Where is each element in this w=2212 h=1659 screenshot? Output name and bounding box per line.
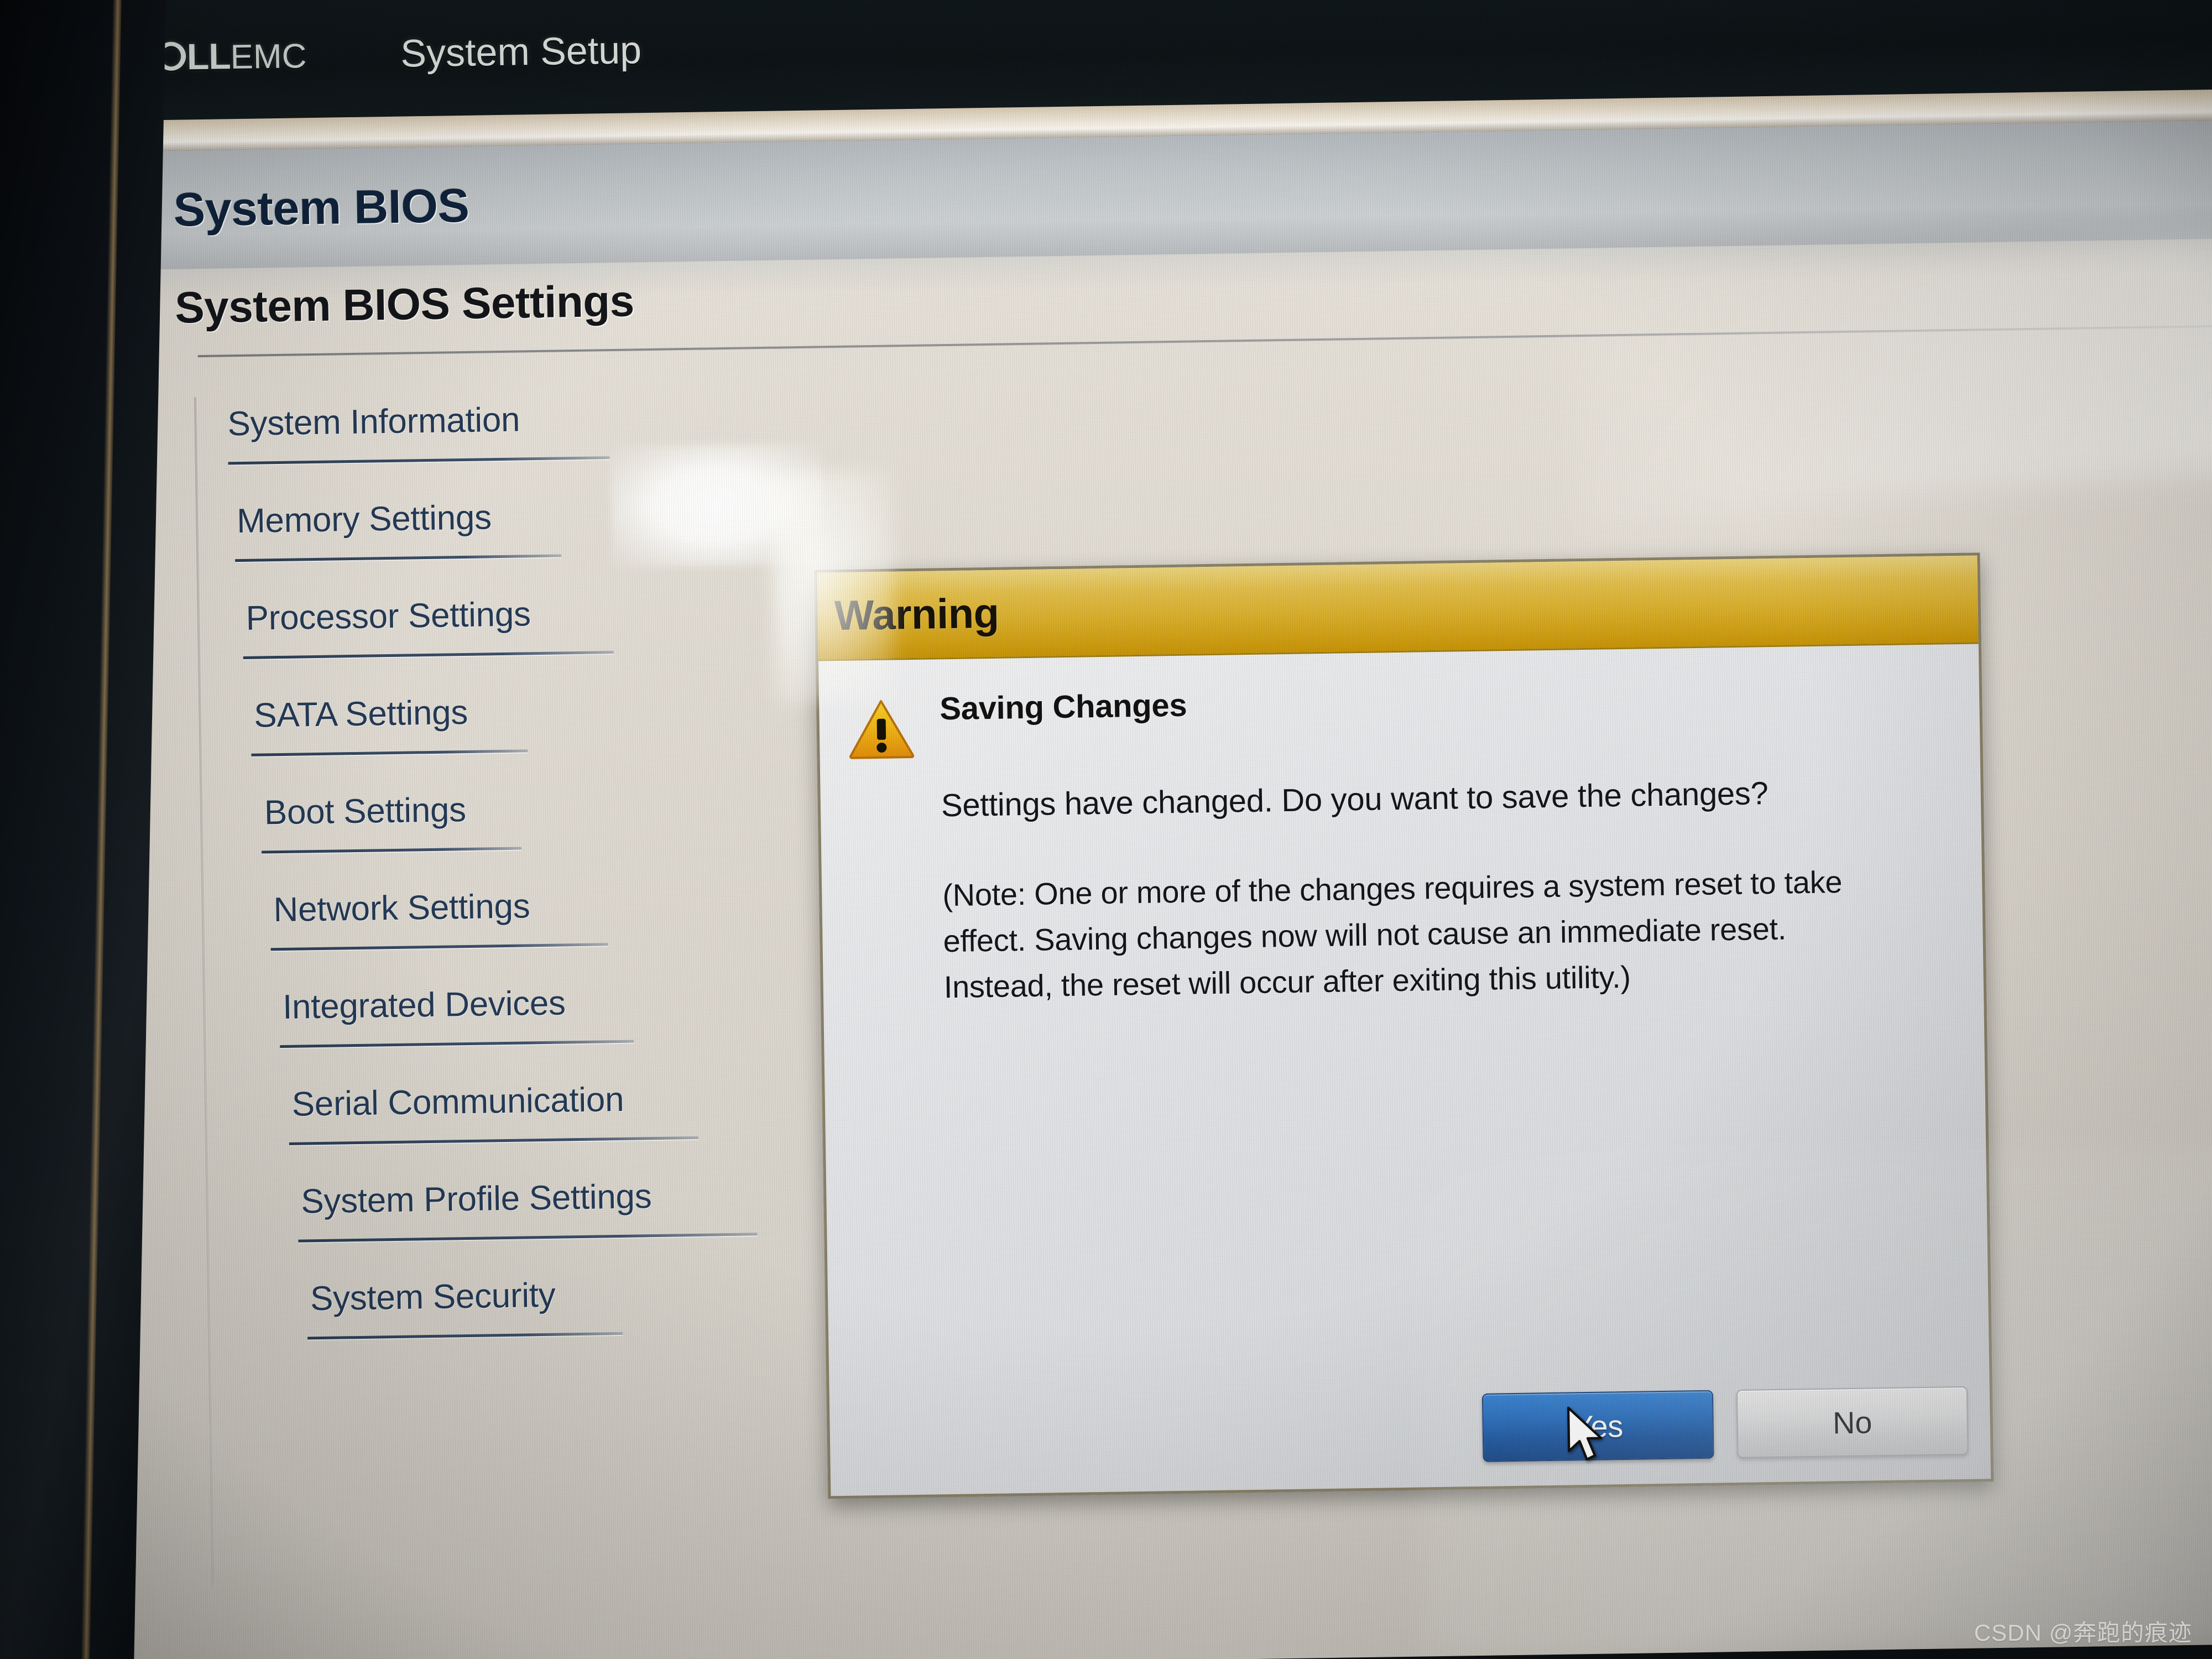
page-title-divider (197, 325, 2212, 358)
dialog-body: Saving Changes Settings have changed. Do… (818, 644, 1991, 1499)
emc-wordmark: EMC (230, 36, 307, 76)
sidebar-item-label: Boot Settings (264, 791, 467, 832)
sidebar-item-network-settings[interactable]: Network Settings (234, 883, 789, 988)
sidebar-item-system-information[interactable]: System Information (227, 396, 782, 502)
monitor-photo: DⵔLL EMC System Setup System BIOS System … (0, 0, 2212, 1659)
sidebar-item-label: Serial Communication (291, 1080, 624, 1124)
bios-header-title: System BIOS (173, 179, 470, 237)
sidebar-item-processor-settings[interactable]: Processor Settings (230, 591, 785, 696)
sidebar-item-label: Memory Settings (236, 498, 492, 541)
watermark: CSDN @奔跑的痕迹 (1974, 1620, 2192, 1646)
sidebar-item-underline (307, 1332, 623, 1340)
dialog-button-row: Yes No (1481, 1386, 1969, 1462)
sidebar-item-sata-settings[interactable]: SATA Settings (232, 688, 786, 794)
sidebar-item-integrated-devices[interactable]: Integrated Devices (236, 980, 791, 1086)
sidebar-item-label: Integrated Devices (282, 984, 566, 1026)
dialog-title: Warning (834, 589, 1000, 640)
sidebar-item-serial-communication[interactable]: Serial Communication (237, 1077, 792, 1183)
yes-button[interactable]: Yes (1481, 1390, 1714, 1462)
sidebar-item-underline (298, 1233, 758, 1243)
warning-triangle-icon (848, 697, 915, 760)
system-setup-title: System Setup (400, 28, 642, 75)
sidebar-item-label: System Information (227, 400, 520, 444)
sidebar-item-system-profile-settings[interactable]: System Profile Settings (239, 1175, 794, 1280)
dialog-subheading: Saving Changes (939, 687, 1187, 727)
sidebar-item-label: Processor Settings (246, 595, 531, 638)
sidebar-left-rule (194, 397, 214, 1586)
sidebar-item-underline (235, 554, 562, 562)
bios-screen: DⵔLL EMC System Setup System BIOS System … (51, 0, 2212, 1659)
dialog-note: (Note: One or more of the changes requir… (942, 864, 1843, 1005)
bios-window: System BIOS System BIOS Settings System … (75, 120, 2212, 1659)
sidebar-item-underline (270, 943, 608, 951)
page-title-area: System BIOS Settings (174, 253, 2212, 358)
sidebar-item-underline (280, 1040, 634, 1048)
sidebar-item-label: Network Settings (273, 887, 530, 930)
sidebar-item-underline (251, 749, 528, 757)
sidebar-item-underline (228, 456, 610, 465)
dialog-message: Settings have changed. Do you want to sa… (941, 775, 1768, 824)
sidebar-item-label: System Profile Settings (300, 1177, 652, 1221)
page-title: System BIOS Settings (174, 276, 635, 332)
sidebar-item-underline (243, 651, 614, 659)
sidebar-item-label: System Security (310, 1276, 556, 1318)
sidebar-item-label: SATA Settings (253, 693, 468, 735)
sidebar-item-memory-settings[interactable]: Memory Settings (229, 493, 784, 599)
sidebar-item-boot-settings[interactable]: Boot Settings (233, 785, 787, 891)
sidebar-item-underline (289, 1136, 698, 1145)
bios-settings-menu: System Information Memory Settings Proce… (227, 396, 795, 1378)
dialog-titlebar: Warning (817, 555, 1979, 661)
sidebar-item-underline (261, 847, 522, 854)
warning-dialog: Warning Saving Changes Settings have cha… (814, 552, 1994, 1499)
sidebar-item-system-security[interactable]: System Security (241, 1272, 795, 1378)
no-button[interactable]: No (1736, 1386, 1969, 1459)
